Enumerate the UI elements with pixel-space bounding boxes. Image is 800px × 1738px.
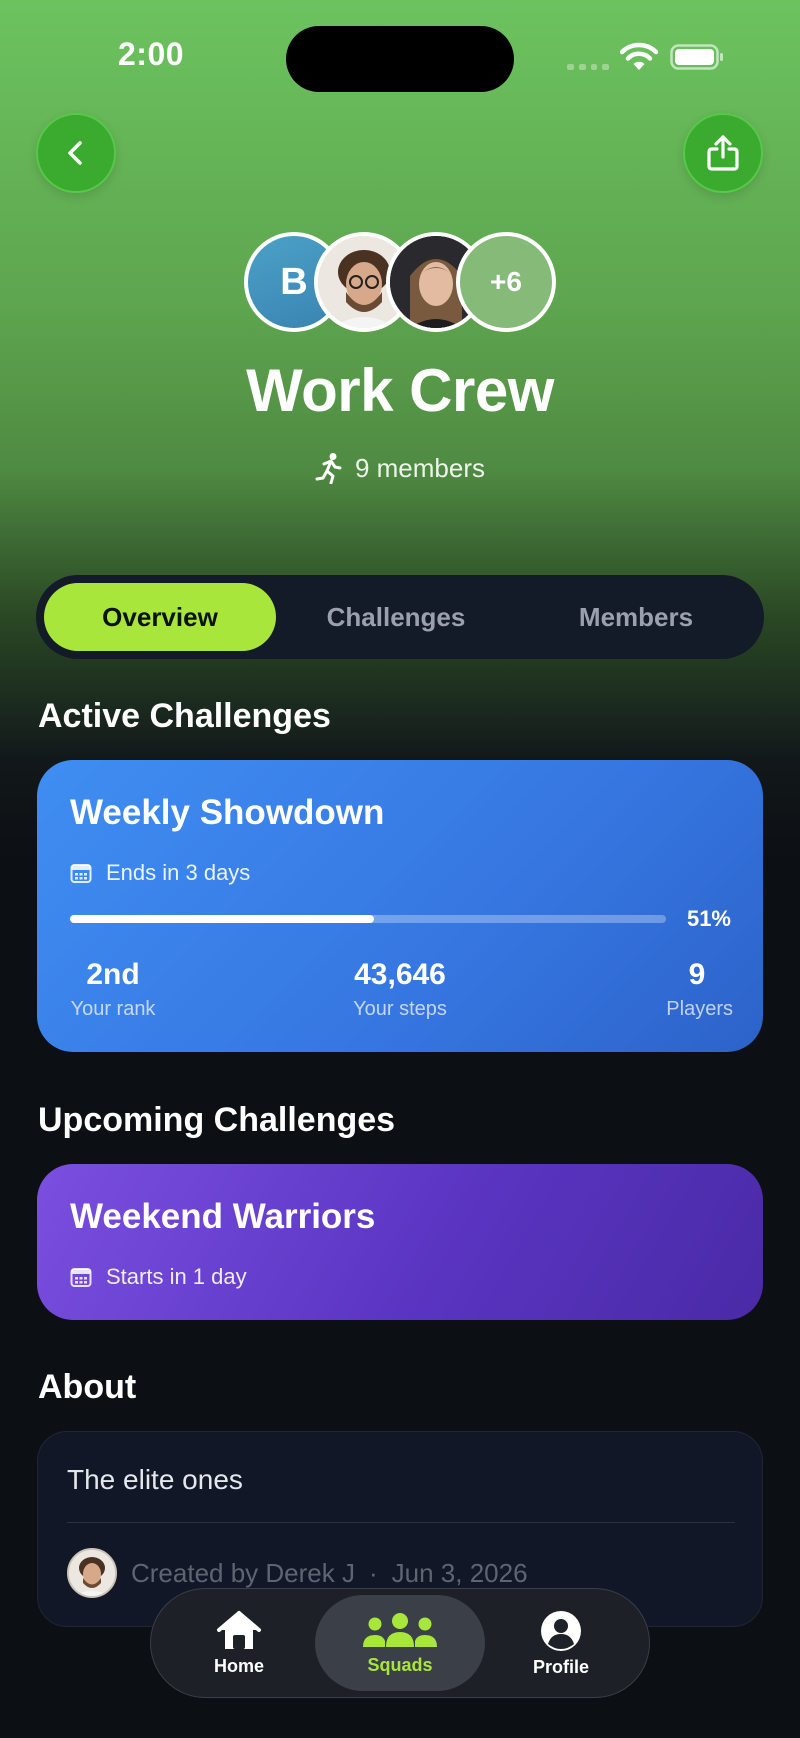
upcoming-challenge-card[interactable]: Weekend Warriors Starts in 1 day (37, 1164, 763, 1320)
running-icon (315, 453, 342, 484)
group-title: Work Crew (246, 357, 554, 424)
status-time: 2:00 (118, 36, 185, 72)
challenge-progress-label: 51% (686, 906, 731, 931)
challenge-progress-fill (70, 915, 374, 923)
stat-rank-label: Your rank (70, 998, 156, 1020)
active-challenges-heading: Active Challenges (38, 697, 331, 735)
about-description: The elite ones (67, 1464, 243, 1495)
share-icon (707, 135, 739, 171)
members-count: 9 members (0, 452, 800, 484)
tab-home[interactable]: Home (163, 1595, 315, 1691)
chevron-left-icon (68, 141, 82, 165)
back-button[interactable] (36, 113, 116, 193)
more-members-badge: +6 (456, 232, 556, 332)
share-button[interactable] (683, 113, 763, 193)
members-count-label: 9 members (354, 452, 486, 483)
stat-rank: 2nd Your rank (68, 958, 158, 1021)
creator-avatar-image (69, 1550, 115, 1596)
upcoming-challenge-title: Weekend Warriors (70, 1197, 376, 1236)
dynamic-island (286, 26, 514, 92)
upcoming-challenges-heading: Upcoming Challenges (38, 1101, 396, 1139)
avatar-initial: B (280, 260, 308, 303)
tab-profile-label: Profile (532, 1656, 589, 1677)
stat-steps: 43,646 Your steps (320, 958, 480, 1021)
upcoming-date-row: Starts in 1 day (70, 1264, 247, 1290)
created-date: Jun 3, 2026 (391, 1557, 528, 1588)
calendar-icon (70, 1268, 92, 1287)
calendar-icon (70, 864, 92, 883)
wifi-icon (620, 42, 658, 70)
challenge-date-text: Ends in 3 days (106, 860, 251, 885)
tab-squads-label: Squads (367, 1654, 433, 1675)
home-icon (217, 1610, 261, 1649)
cellular-signal-icon (567, 64, 609, 72)
tab-home-label: Home (213, 1655, 264, 1676)
stat-players-label: Players (666, 998, 733, 1020)
tab-members[interactable]: Members (516, 583, 756, 651)
created-by-text: Created by Derek J (131, 1557, 355, 1588)
challenge-progress-bar (70, 915, 666, 923)
stat-players: 9 Players (643, 958, 733, 1021)
tab-overview[interactable]: Overview (44, 583, 276, 651)
tab-challenges[interactable]: Challenges (276, 583, 516, 651)
challenge-title: Weekly Showdown (70, 793, 385, 832)
tab-profile[interactable]: Profile (485, 1595, 637, 1691)
active-challenge-card[interactable]: Weekly Showdown Ends in 3 days 51% 2nd Y… (37, 760, 763, 1052)
profile-icon (541, 1610, 581, 1651)
creator-avatar (67, 1548, 117, 1598)
about-heading: About (38, 1368, 137, 1406)
bottom-tab-bar: Home Squads Profile (150, 1588, 650, 1698)
stat-rank-value: 2nd (86, 958, 140, 991)
battery-icon (670, 44, 723, 70)
tab-squads[interactable]: Squads (315, 1595, 485, 1691)
stat-steps-value: 43,646 (354, 958, 446, 991)
divider (67, 1522, 735, 1523)
separator-dot: · (368, 1557, 378, 1588)
squads-icon (363, 1612, 437, 1647)
upcoming-date-text: Starts in 1 day (106, 1264, 247, 1289)
challenge-date-row: Ends in 3 days (70, 860, 250, 886)
stat-steps-label: Your steps (353, 998, 447, 1020)
tab-segmented-control: Overview Challenges Members (36, 575, 764, 659)
more-count: +6 (490, 266, 522, 297)
member-avatars[interactable]: B +6 (244, 232, 556, 334)
stat-players-value: 9 (688, 958, 706, 991)
